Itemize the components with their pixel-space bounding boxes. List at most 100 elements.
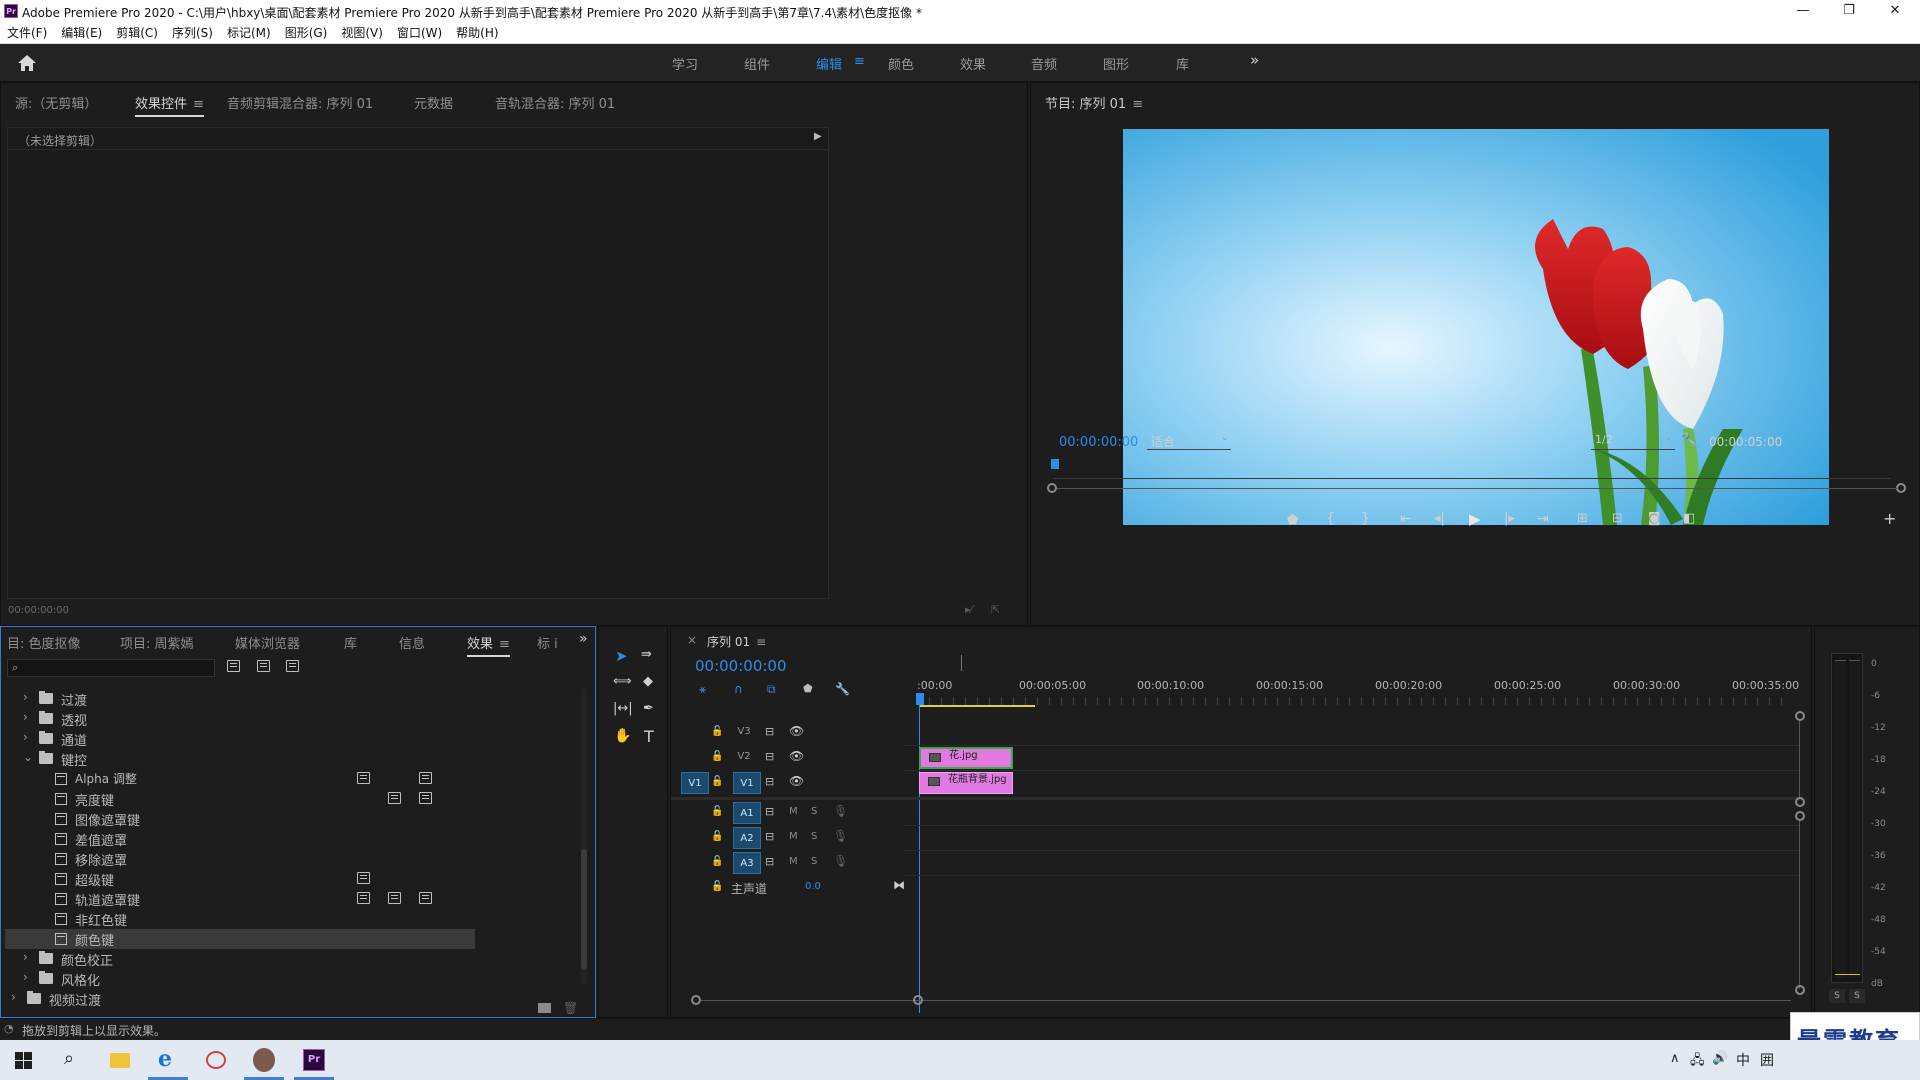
sync-lock-icon[interactable]: ⊟ bbox=[765, 805, 774, 818]
tab-metadata[interactable]: 元数据 bbox=[414, 93, 453, 112]
lift-icon[interactable]: ⊞ bbox=[1577, 511, 1588, 526]
chevron-right-icon[interactable]: › bbox=[23, 970, 28, 984]
expand-arrow-icon[interactable]: ▶ bbox=[814, 131, 822, 142]
mute-button[interactable]: M bbox=[789, 856, 798, 867]
eye-icon[interactable]: 👁 bbox=[789, 774, 804, 788]
clip-flower[interactable]: 花.jpg bbox=[919, 747, 1013, 769]
tab-effect-controls[interactable]: 效果控件 ≡ bbox=[135, 93, 204, 117]
chevron-right-icon[interactable]: › bbox=[23, 710, 28, 724]
snipping-tool-button[interactable] bbox=[192, 1040, 240, 1080]
solo-button[interactable]: S bbox=[811, 831, 817, 842]
nest-toggle-icon[interactable]: ⚹ bbox=[699, 682, 706, 697]
track-name-v1[interactable]: V1 bbox=[733, 772, 761, 794]
microphone-icon[interactable]: 🎙 bbox=[833, 804, 848, 818]
delete-icon[interactable]: 🗑 bbox=[563, 1001, 578, 1015]
panel-menu-icon[interactable]: ≡ bbox=[1132, 97, 1143, 112]
selection-tool-icon[interactable]: ➤ bbox=[615, 647, 628, 665]
microphone-icon[interactable]: 🎙 bbox=[833, 829, 848, 843]
eye-icon[interactable]: 👁 bbox=[789, 749, 804, 763]
lock-icon[interactable]: 🔓 bbox=[711, 806, 723, 817]
chevron-right-icon[interactable]: › bbox=[23, 690, 28, 704]
mark-in-icon[interactable]: { bbox=[1326, 511, 1335, 527]
zoom-bar[interactable] bbox=[1057, 488, 1897, 489]
timeline-zoom-handle-right[interactable] bbox=[913, 995, 923, 1005]
play-icon[interactable]: ▶ bbox=[1469, 510, 1481, 528]
audio-zoom-handle-bottom[interactable] bbox=[1795, 985, 1805, 995]
snap-icon[interactable]: ∩ bbox=[734, 682, 743, 696]
timeline-zoom-handle-left[interactable] bbox=[691, 995, 701, 1005]
audio-zoom-bar[interactable] bbox=[1799, 821, 1800, 989]
effect-item[interactable]: Alpha 调整 bbox=[5, 769, 475, 789]
program-video-frame[interactable] bbox=[1123, 129, 1829, 525]
timeline-tab[interactable]: 序列 01 ≡ bbox=[707, 633, 766, 650]
effects-folder[interactable]: ⌄ 键控 bbox=[5, 749, 475, 769]
type-tool-icon[interactable]: T bbox=[644, 727, 654, 746]
menu-clip[interactable]: 剪辑(C) bbox=[109, 22, 165, 44]
effect-item[interactable]: 非红色键 bbox=[5, 909, 475, 929]
menu-view[interactable]: 视图(V) bbox=[334, 22, 390, 44]
go-to-out-icon[interactable]: ⇥ bbox=[1537, 511, 1549, 527]
effects-search-input[interactable] bbox=[26, 660, 212, 676]
zoom-handle-right[interactable] bbox=[1896, 483, 1906, 493]
tab-audio-track-mixer[interactable]: 音轨混合器: 序列 01 bbox=[495, 93, 615, 112]
close-sequence-icon[interactable]: × bbox=[687, 633, 697, 647]
workspace-tab-libraries[interactable]: 库 bbox=[1176, 54, 1189, 74]
chevron-right-icon[interactable]: › bbox=[23, 950, 28, 964]
ripple-edit-tool-icon[interactable]: ⟺ bbox=[613, 674, 632, 689]
sync-lock-icon[interactable]: ⊟ bbox=[765, 750, 774, 763]
effects-folder[interactable]: › 过渡 bbox=[5, 689, 475, 709]
volume-icon[interactable]: 🔊 bbox=[1712, 1051, 1728, 1066]
microphone-icon[interactable]: 🎙 bbox=[833, 854, 848, 868]
program-time-ruler[interactable] bbox=[1053, 469, 1891, 479]
effect-item[interactable]: 超级键 bbox=[5, 869, 475, 889]
program-playhead[interactable] bbox=[1051, 459, 1059, 469]
sync-lock-icon[interactable]: ⊟ bbox=[765, 830, 774, 843]
effect-item[interactable]: 差值遮罩 bbox=[5, 829, 475, 849]
video-zoom-bar[interactable] bbox=[1799, 721, 1800, 799]
tab-libraries[interactable]: 库 bbox=[344, 633, 357, 652]
resolution-dropdown[interactable]: 1/2 ⌄ bbox=[1591, 432, 1675, 450]
effects-folder[interactable]: › 视频过渡 bbox=[5, 989, 475, 1009]
accelerated-effects-icon[interactable] bbox=[227, 660, 240, 672]
wrench-icon[interactable]: 🔧 bbox=[1681, 433, 1697, 448]
add-marker-icon[interactable]: ⬟ bbox=[803, 682, 813, 695]
menu-graphics[interactable]: 图形(G) bbox=[278, 22, 335, 44]
chevron-right-icon[interactable]: › bbox=[23, 730, 28, 744]
workspace-tab-audio[interactable]: 音频 bbox=[1031, 54, 1057, 74]
meter-solo-right[interactable]: S bbox=[1849, 989, 1865, 1003]
lock-icon[interactable]: 🔓 bbox=[711, 856, 723, 867]
track-name-v2[interactable]: V2 bbox=[733, 747, 755, 767]
tray-expand-icon[interactable]: ∧ bbox=[1670, 1051, 1680, 1066]
mute-button[interactable]: M bbox=[789, 806, 798, 817]
lock-icon[interactable]: 🔓 bbox=[711, 726, 723, 737]
workspace-tab-color[interactable]: 颜色 bbox=[888, 54, 914, 74]
menu-markers[interactable]: 标记(M) bbox=[220, 22, 278, 44]
tab-program[interactable]: 节目: 序列 01 ≡ bbox=[1045, 93, 1143, 112]
track-name-v3[interactable]: V3 bbox=[733, 722, 755, 742]
extract-icon[interactable]: ⊟ bbox=[1612, 511, 1623, 526]
meter-solo-left[interactable]: S bbox=[1829, 989, 1845, 1003]
track-select-tool-icon[interactable]: ⇛ bbox=[641, 647, 652, 662]
step-forward-icon[interactable]: |▸ bbox=[1504, 511, 1515, 526]
menu-sequence[interactable]: 序列(S) bbox=[165, 22, 220, 44]
lock-icon[interactable]: 🔓 bbox=[711, 751, 723, 762]
timeline-zoom-bar[interactable] bbox=[701, 1000, 1791, 1001]
workspace-tab-learn[interactable]: 学习 bbox=[672, 54, 698, 74]
effects-search-field[interactable]: ⌕ bbox=[7, 659, 215, 677]
effect-item[interactable]: 图像遮罩键 bbox=[5, 809, 475, 829]
export-frame-icon[interactable]: ⇱ bbox=[991, 603, 1000, 616]
audio-zoom-handle-top[interactable] bbox=[1795, 811, 1805, 821]
ime-indicator[interactable]: 中 bbox=[1736, 1050, 1750, 1070]
home-icon[interactable] bbox=[17, 54, 37, 72]
sync-lock-icon[interactable]: ⊟ bbox=[765, 855, 774, 868]
go-to-in-icon[interactable]: ⇤ bbox=[1400, 511, 1412, 527]
export-frame-icon[interactable]: ◙ bbox=[1648, 511, 1661, 526]
timeline-timecode[interactable]: 00:00:00:00 bbox=[695, 657, 787, 675]
solo-button[interactable]: S bbox=[811, 806, 817, 817]
work-area-bar[interactable] bbox=[919, 705, 1035, 707]
tab-info[interactable]: 信息 bbox=[399, 633, 425, 652]
lock-icon[interactable]: 🔓 bbox=[711, 776, 723, 787]
tab-effects[interactable]: 效果 ≡ bbox=[467, 633, 510, 657]
edge-browser-button[interactable]: e bbox=[144, 1040, 192, 1080]
tab-project-chroma[interactable]: 目: 色度抠像 bbox=[7, 633, 81, 652]
